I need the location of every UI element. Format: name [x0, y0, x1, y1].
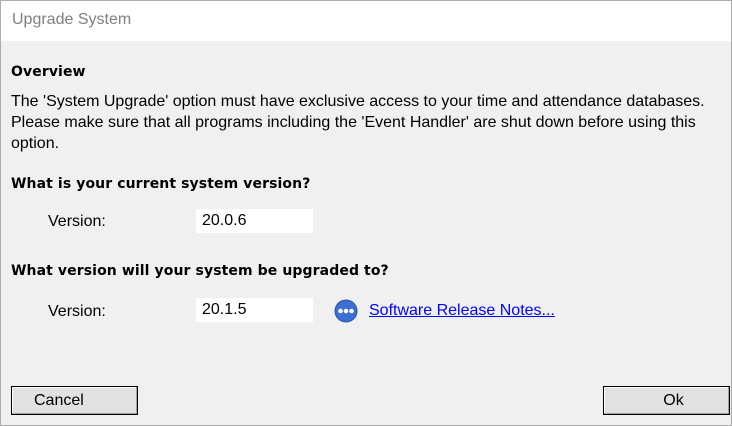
overview-heading: Overview — [11, 64, 86, 80]
current-version-label: Version: — [48, 213, 106, 230]
software-release-notes-link[interactable]: Software Release Notes... — [334, 299, 555, 323]
more-dots-icon[interactable] — [334, 299, 358, 323]
target-version-label: Version: — [48, 303, 106, 320]
target-version-field: 20.1.5 — [196, 298, 313, 322]
overview-text: The 'System Upgrade' option must have ex… — [11, 93, 705, 152]
ok-button[interactable]: Ok — [603, 386, 730, 415]
current-version-heading: What is your current system version? — [11, 176, 311, 192]
ok-button-label: Ok — [663, 392, 684, 409]
window-title: Upgrade System — [12, 11, 132, 28]
cancel-button-label: Cancel — [34, 392, 84, 409]
cancel-button[interactable]: Cancel — [11, 386, 138, 415]
title-bar: Upgrade System — [1, 1, 731, 41]
upgrade-system-dialog: Upgrade System Overview The 'System Upgr… — [0, 0, 732, 426]
current-version-field: 20.0.6 — [196, 209, 313, 233]
target-version-heading: What version will your system be upgrade… — [11, 263, 389, 279]
release-notes-label[interactable]: Software Release Notes... — [369, 302, 555, 320]
